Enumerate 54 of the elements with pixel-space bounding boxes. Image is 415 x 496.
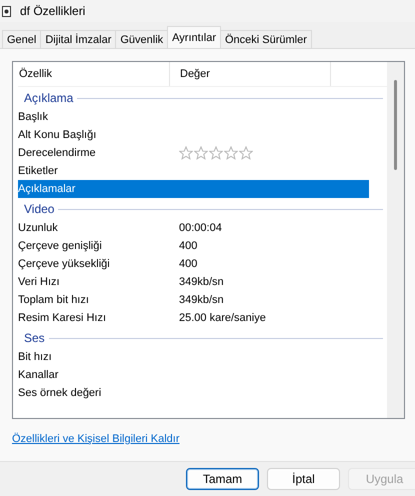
section-heading: Ses (24, 331, 45, 345)
property-row[interactable]: Etiketler (18, 162, 369, 180)
property-name: Derecelendirme (18, 147, 97, 159)
window-title: df Özellikleri (20, 4, 86, 18)
column-header[interactable]: Özellik (18, 62, 170, 86)
property-row[interactable]: Derecelendirme (18, 144, 369, 162)
tab[interactable]: Önceki Sürümler (220, 30, 312, 48)
property-row[interactable]: Ses örnek değeri (18, 384, 369, 402)
star-rating[interactable] (179, 146, 253, 160)
property-name: Veri Hızı (18, 276, 61, 288)
property-row[interactable]: Başlık (18, 108, 369, 126)
property-row[interactable]: Açıklamalar (18, 180, 369, 198)
property-name: Çerçeve yüksekliği (18, 258, 111, 270)
property-name: Başlık (18, 111, 49, 123)
property-name: Bit hızı (18, 351, 53, 363)
property-row[interactable]: Bit hızı (18, 348, 369, 366)
tab[interactable]: Dijital İmzalar (40, 30, 116, 48)
property-value: 25.00 kare/saniye (179, 312, 266, 324)
property-row[interactable]: Resim Karesi Hızı 25.00 kare/saniye (18, 309, 369, 327)
property-value: 400 (179, 258, 198, 270)
property-name: Resim Karesi Hızı (18, 312, 108, 324)
property-row[interactable]: Toplam bit hızı 349kb/sn (18, 291, 369, 309)
property-name: Açıklamalar (18, 183, 76, 195)
tab[interactable]: Genel (2, 30, 42, 48)
property-name: Kanallar (18, 369, 60, 381)
scrollbar[interactable] (387, 62, 404, 418)
star-icon (239, 146, 253, 160)
property-value: 00:00:04 (179, 222, 222, 234)
property-value: 400 (179, 240, 198, 252)
property-name: Çerçeve genişliği (18, 240, 103, 252)
star-icon (179, 146, 193, 160)
dialog-button[interactable]: Tamam (186, 468, 259, 490)
property-name: Toplam bit hızı (18, 294, 90, 306)
property-row[interactable]: Veri Hızı 349kb/sn (18, 273, 369, 291)
property-value: 349kb/sn (179, 276, 224, 288)
section-heading: Video (24, 202, 54, 216)
property-name: Uzunluk (18, 222, 59, 234)
property-row[interactable]: Kanallar (18, 366, 369, 384)
property-name: Alt Konu Başlığı (18, 129, 98, 141)
star-icon (224, 146, 238, 160)
property-row[interactable]: Uzunluk 00:00:04 (18, 219, 369, 237)
property-value: 349kb/sn (179, 294, 224, 306)
property-name: Etiketler (18, 165, 59, 177)
property-row[interactable]: Alt Konu Başlığı (18, 126, 369, 144)
tab[interactable]: Ayrıntılar (167, 26, 221, 48)
star-icon (209, 146, 223, 160)
column-header[interactable]: Değer (170, 62, 331, 86)
property-name: Ses örnek değeri (18, 387, 102, 399)
property-row[interactable]: Çerçeve yüksekliği 400 (18, 255, 369, 273)
property-row[interactable]: Çerçeve genişliği 400 (18, 237, 369, 255)
dialog-button[interactable]: İptal (267, 468, 340, 490)
section-heading: Açıklama (24, 91, 74, 105)
remove-properties-link[interactable]: Özellikleri ve Kişisel Bilgileri Kaldır (12, 433, 180, 445)
star-icon (194, 146, 208, 160)
